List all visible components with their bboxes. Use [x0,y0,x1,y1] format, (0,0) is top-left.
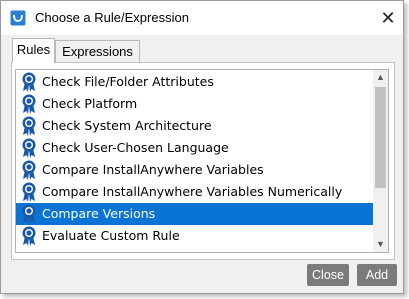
rules-list[interactable]: Check File/Folder Attributes Check Platfo… [15,69,389,253]
add-button[interactable]: Add [357,264,397,286]
award-ribbon-icon [22,160,36,180]
scroll-up-icon[interactable]: ▲ [373,70,388,85]
rule-list-item[interactable]: Evaluate Custom Rule [16,225,374,247]
award-ribbon-icon [22,94,36,114]
rule-label: Evaluate Custom Rule [42,228,180,243]
rule-list-item[interactable]: Check Platform [16,93,374,115]
rule-label: Check User-Chosen Language [42,140,229,155]
rule-list-item[interactable]: Compare InstallAnywhere Variables Numeri… [16,181,374,203]
rule-list-item[interactable]: Check System Architecture [16,115,374,137]
rules-list-rows: Check File/Folder Attributes Check Platfo… [16,70,374,247]
vertical-scrollbar[interactable]: ▲ ▼ [373,70,388,252]
dialog-window: Choose a Rule/Expression ✕ Rules Express… [0,0,404,294]
window-title: Choose a Rule/Expression [35,10,189,25]
award-ribbon-icon [22,226,36,246]
rule-label: Check System Architecture [42,118,212,133]
scroll-down-icon[interactable]: ▼ [373,237,388,252]
app-icon [10,10,26,26]
award-ribbon-icon [22,116,36,136]
rule-label: Check File/Folder Attributes [42,74,214,89]
award-ribbon-icon [22,138,36,158]
rule-label: Compare InstallAnywhere Variables Numeri… [42,184,343,199]
rule-list-item[interactable]: Compare Versions [16,203,374,225]
tab-expressions[interactable]: Expressions [55,40,140,62]
award-ribbon-icon [22,182,36,202]
award-ribbon-icon [22,72,36,92]
award-ribbon-icon [22,204,36,224]
rule-label: Compare Versions [42,206,156,221]
scrollbar-thumb[interactable] [375,87,386,188]
rule-list-item[interactable]: Compare InstallAnywhere Variables [16,159,374,181]
tab-rules[interactable]: Rules [12,38,55,63]
title-bar: Choose a Rule/Expression ✕ [1,1,403,35]
rule-label: Compare InstallAnywhere Variables [42,162,264,177]
rule-label: Check Platform [42,96,138,111]
close-button[interactable]: Close [307,264,349,286]
close-icon[interactable]: ✕ [377,7,399,29]
rule-list-item[interactable]: Check File/Folder Attributes [16,71,374,93]
rule-list-item[interactable]: Check User-Chosen Language [16,137,374,159]
